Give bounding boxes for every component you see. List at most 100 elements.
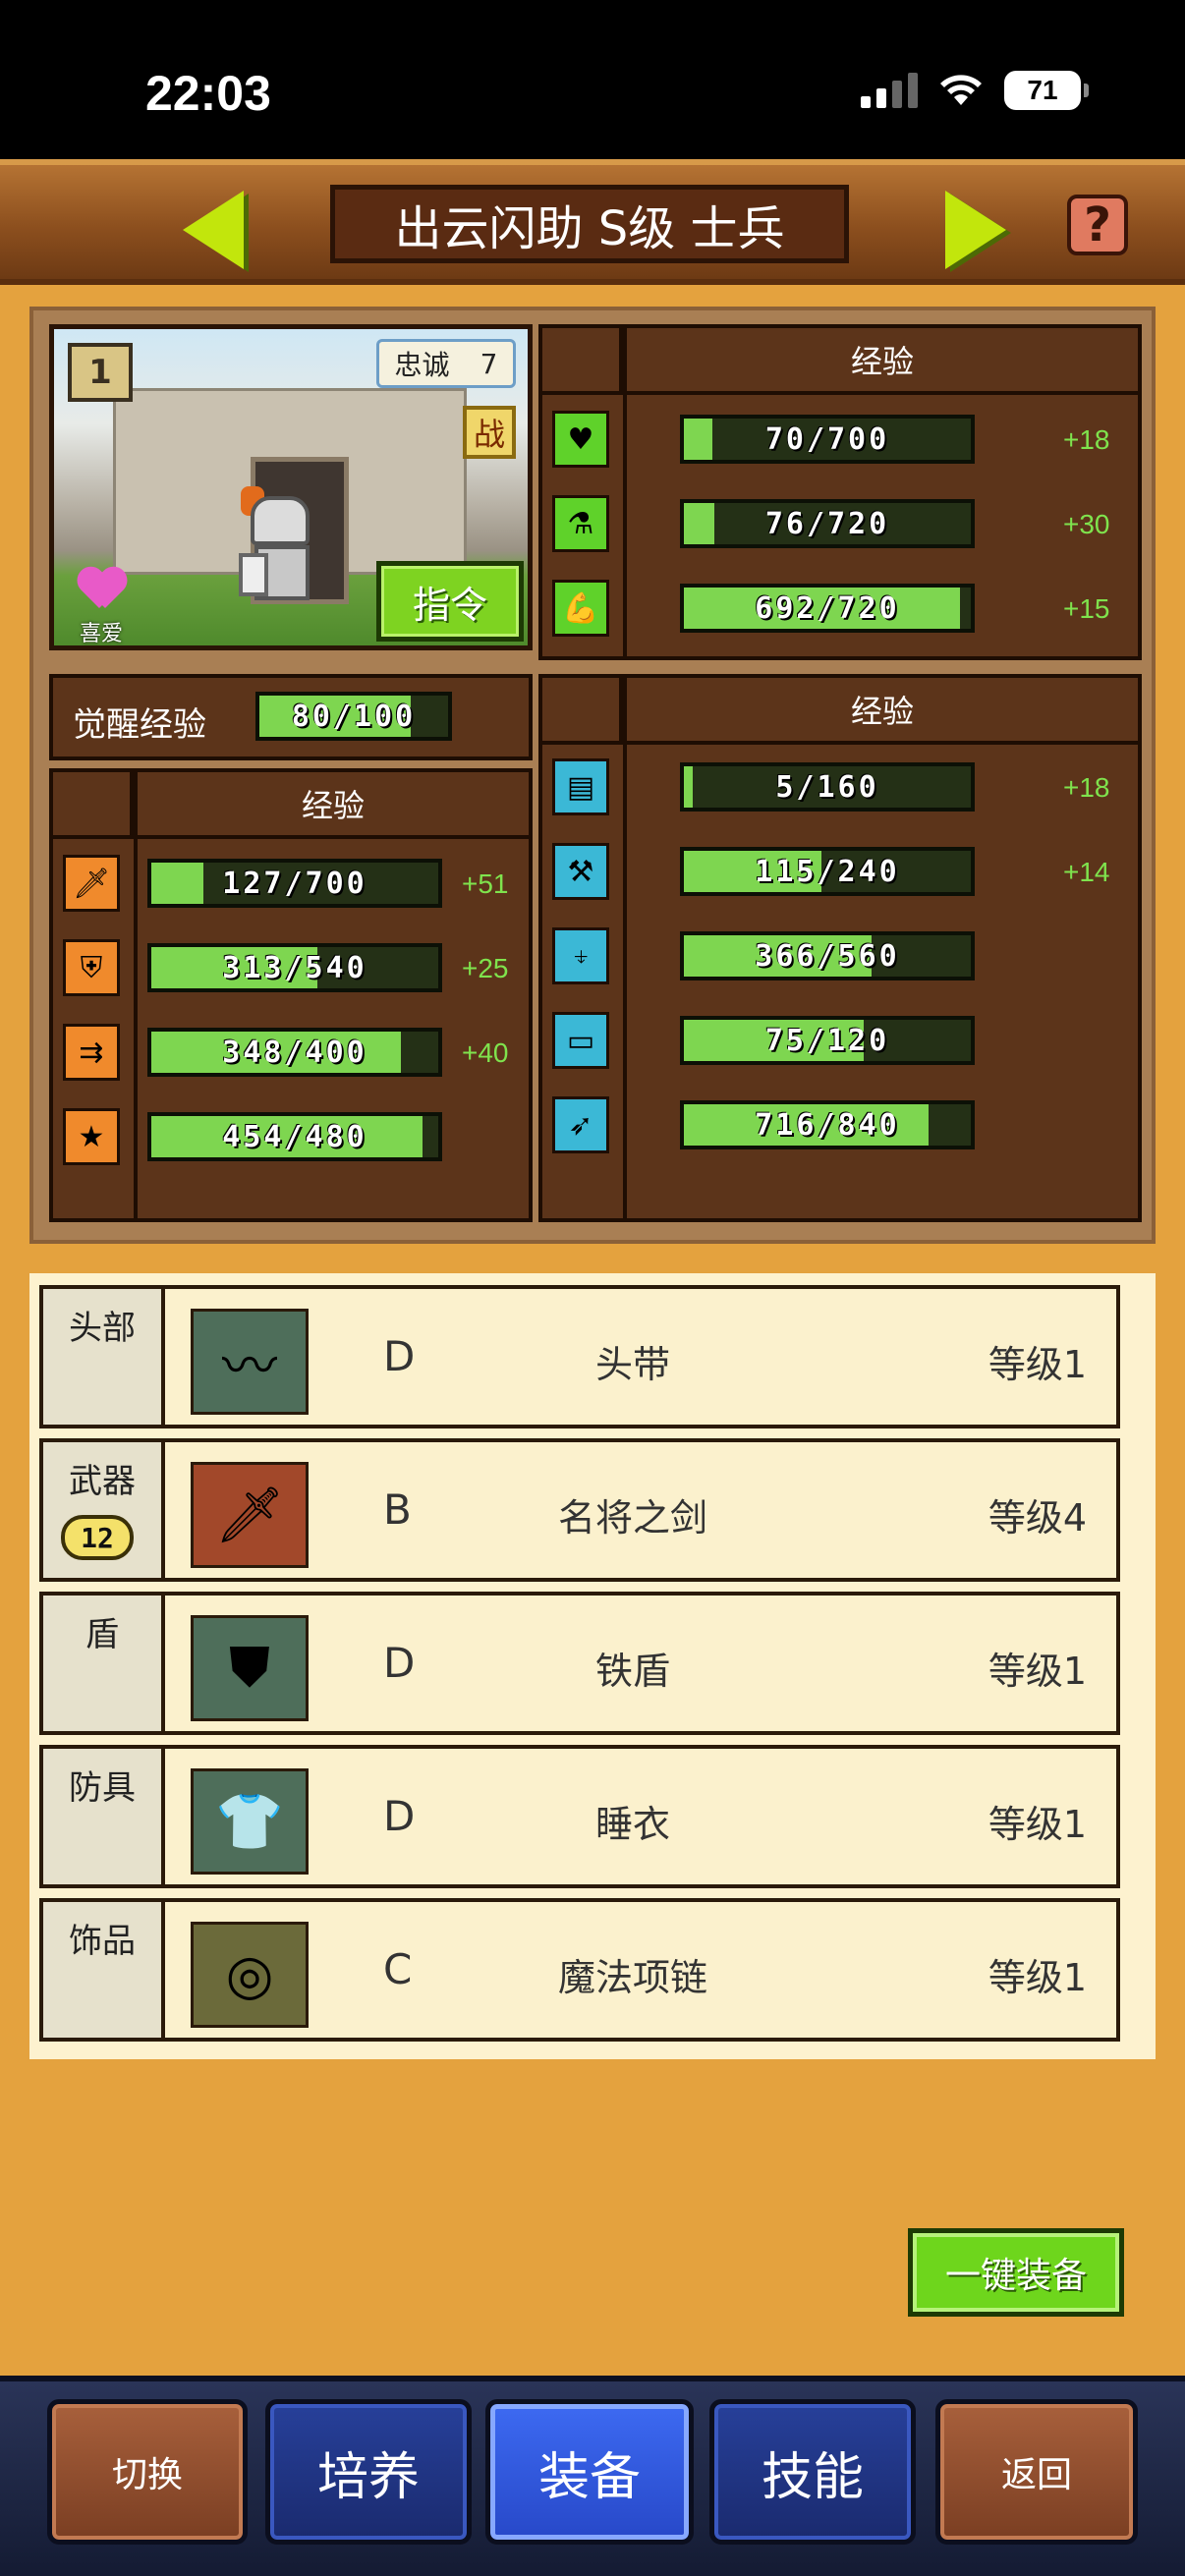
stat-progress-bar: 115/240 — [680, 847, 975, 896]
stat-progress-bar: 127/700 — [147, 859, 442, 908]
stat-bonus: +30 — [1063, 509, 1110, 539]
equipment-row[interactable]: 盾 ⛊ D 铁盾 等级1 — [39, 1592, 1120, 1735]
headband-icon[interactable]: 〰 — [191, 1309, 309, 1415]
auto-equip-button[interactable]: 一键装备 — [908, 2228, 1124, 2317]
title-bar: 出云闪助 S级 士兵 ? — [0, 159, 1185, 285]
stat-bonus: +25 — [462, 953, 509, 983]
status-time: 22:03 — [145, 66, 271, 121]
stat-bonus: +51 — [462, 868, 509, 899]
command-button[interactable]: 指令 — [376, 561, 524, 642]
speed-icon: ⇉ — [63, 1024, 120, 1081]
stat-value-text: 75/120 — [764, 1023, 890, 1058]
combat-stats-table: 经验 🗡 127/700 +51 ⛨ 313/540 +25 ⇉ 348/400 +40 ★ 454… — [49, 768, 533, 1222]
equipment-level: 等级1 — [988, 1650, 1087, 1693]
iron-shield-icon[interactable]: ⛊ — [191, 1615, 309, 1721]
wifi-icon — [940, 75, 982, 105]
stat-value-text: 115/240 — [755, 854, 900, 889]
stat-value-text: 366/560 — [755, 938, 900, 974]
nav-skills-button[interactable]: 技能 — [709, 2399, 916, 2545]
main-stats-table: 经验 ♥ 70/700 +18 ⚗ 76/720 +30 💪 692/720 +15 — [538, 324, 1142, 660]
equipment-name: 头带 — [594, 1343, 670, 1386]
equipment-panel: 头部〰 D 头带 等级1 武器 12 🗡 B 名将之剑 等级4 盾 ⛊ D 铁盾 等级1 防具 👕 D 睡衣 等级1 饰… — [29, 1273, 1156, 2059]
equipment-slot-label: 头部 — [43, 1289, 165, 1425]
stat-bonus: +18 — [1063, 772, 1110, 803]
favorite-label: 喜爱 — [80, 622, 124, 646]
book-icon: ▤ — [552, 758, 609, 815]
cellular-signal-icon — [861, 73, 918, 108]
heart-icon: ♥ — [552, 411, 609, 468]
sword-icon: 🗡 — [63, 855, 120, 912]
stat-value-text: 76/720 — [764, 506, 890, 541]
nav-train-button[interactable]: 培养 — [265, 2399, 472, 2545]
equipment-row[interactable]: 饰品 ◎ C 魔法项链 等级1 — [39, 1898, 1120, 2042]
pickaxe-icon: ⚒ — [552, 843, 609, 900]
next-character-arrow-icon[interactable] — [945, 191, 1006, 269]
status-bar: 22:03 71 — [0, 0, 1185, 159]
stat-progress-bar: 692/720 — [680, 584, 975, 633]
equipment-slot-label: 盾 — [43, 1596, 165, 1731]
awakening-value-text: 80/100 — [291, 699, 417, 734]
combat-stats-header: 经验 — [138, 772, 529, 839]
stat-progress-bar: 5/160 — [680, 762, 975, 812]
anvil-icon: ▭ — [552, 1012, 609, 1069]
awakening-box: 觉醒经验 80/100 — [49, 674, 533, 760]
stat-panel: 1 忠诚 7 战 喜爱 指令 经验 ♥ 70/700 +18 ⚗ 76/720 +30 💪 6… — [29, 307, 1156, 1244]
stat-progress-bar: 76/720 — [680, 499, 975, 548]
equipment-slot-label: 饰品 — [43, 1902, 165, 2038]
status-icons: 71 — [861, 71, 1089, 110]
stat-bonus: +15 — [1063, 593, 1110, 624]
equipment-level: 等级4 — [988, 1496, 1087, 1540]
stat-bonus: +18 — [1063, 424, 1110, 455]
equipment-name: 魔法项链 — [557, 1956, 707, 1999]
sword-icon[interactable]: 🗡 — [191, 1462, 309, 1568]
fish-icon: ➶ — [552, 1096, 609, 1153]
equipment-row[interactable]: 头部〰 D 头带 等级1 — [39, 1285, 1120, 1428]
prev-character-arrow-icon[interactable] — [183, 191, 244, 269]
stat-progress-bar: 70/700 — [680, 415, 975, 464]
stat-value-text: 313/540 — [222, 950, 367, 985]
equipment-row[interactable]: 武器 12 🗡 B 名将之剑 等级4 — [39, 1438, 1120, 1582]
muscle-icon: 💪 — [552, 580, 609, 637]
equipment-level: 等级1 — [988, 1803, 1087, 1846]
stat-value-text: 348/400 — [222, 1035, 367, 1070]
stat-value-text: 454/480 — [222, 1119, 367, 1154]
star-icon: ★ — [63, 1108, 120, 1165]
stat-progress-bar: 454/480 — [147, 1112, 442, 1161]
equipment-name: 铁盾 — [594, 1650, 670, 1693]
pajamas-icon[interactable]: 👕 — [191, 1768, 309, 1875]
work-stats-header: 经验 — [627, 678, 1138, 745]
stat-value-text: 716/840 — [755, 1107, 900, 1143]
potion-icon: ⚗ — [552, 495, 609, 552]
battery-icon: 71 — [1004, 71, 1089, 110]
shield-icon: ⛨ — [63, 939, 120, 996]
equipment-name: 名将之剑 — [557, 1496, 707, 1540]
equipment-grade: B — [383, 1485, 412, 1534]
rank-badge: 1 — [68, 343, 133, 402]
character-portrait: 1 忠诚 7 战 喜爱 指令 — [49, 324, 533, 650]
stat-bonus: +14 — [1063, 857, 1110, 887]
awakening-label: 觉醒经验 — [73, 705, 206, 745]
equipment-name: 睡衣 — [594, 1803, 670, 1846]
character-title: 出云闪助 S级 士兵 — [330, 185, 849, 263]
work-stats-table: 经验 ▤ 5/160 +18 ⚒ 115/240 +14 ⍖ 366/560 ▭ 75/120 ➶ 7… — [538, 674, 1142, 1222]
bottom-nav: 切换 培养 装备 技能 返回 — [0, 2376, 1185, 2576]
nav-back-button[interactable]: 返回 — [935, 2399, 1138, 2545]
loyalty-value: 7 — [480, 347, 498, 380]
equipment-grade: D — [383, 1792, 416, 1840]
equipment-level: 等级1 — [988, 1343, 1087, 1386]
equipment-row[interactable]: 防具 👕 D 睡衣 等级1 — [39, 1745, 1120, 1888]
nav-equip-button[interactable]: 装备 — [485, 2399, 694, 2545]
awakening-bar: 80/100 — [255, 692, 452, 741]
equipment-slot-label: 防具 — [43, 1749, 165, 1884]
shovel-icon: ⍖ — [552, 927, 609, 984]
stat-progress-bar: 366/560 — [680, 931, 975, 980]
loyalty-label: 忠诚 — [394, 349, 450, 381]
necklace-icon[interactable]: ◎ — [191, 1922, 309, 2028]
favorite-heart-icon — [78, 569, 127, 608]
equipment-level: 等级1 — [988, 1956, 1087, 1999]
help-button[interactable]: ? — [1067, 195, 1128, 255]
battle-badge: 战 — [463, 406, 516, 459]
stat-bonus: +40 — [462, 1037, 509, 1068]
nav-switch-button[interactable]: 切换 — [47, 2399, 248, 2545]
equipment-grade: C — [383, 1945, 413, 1993]
